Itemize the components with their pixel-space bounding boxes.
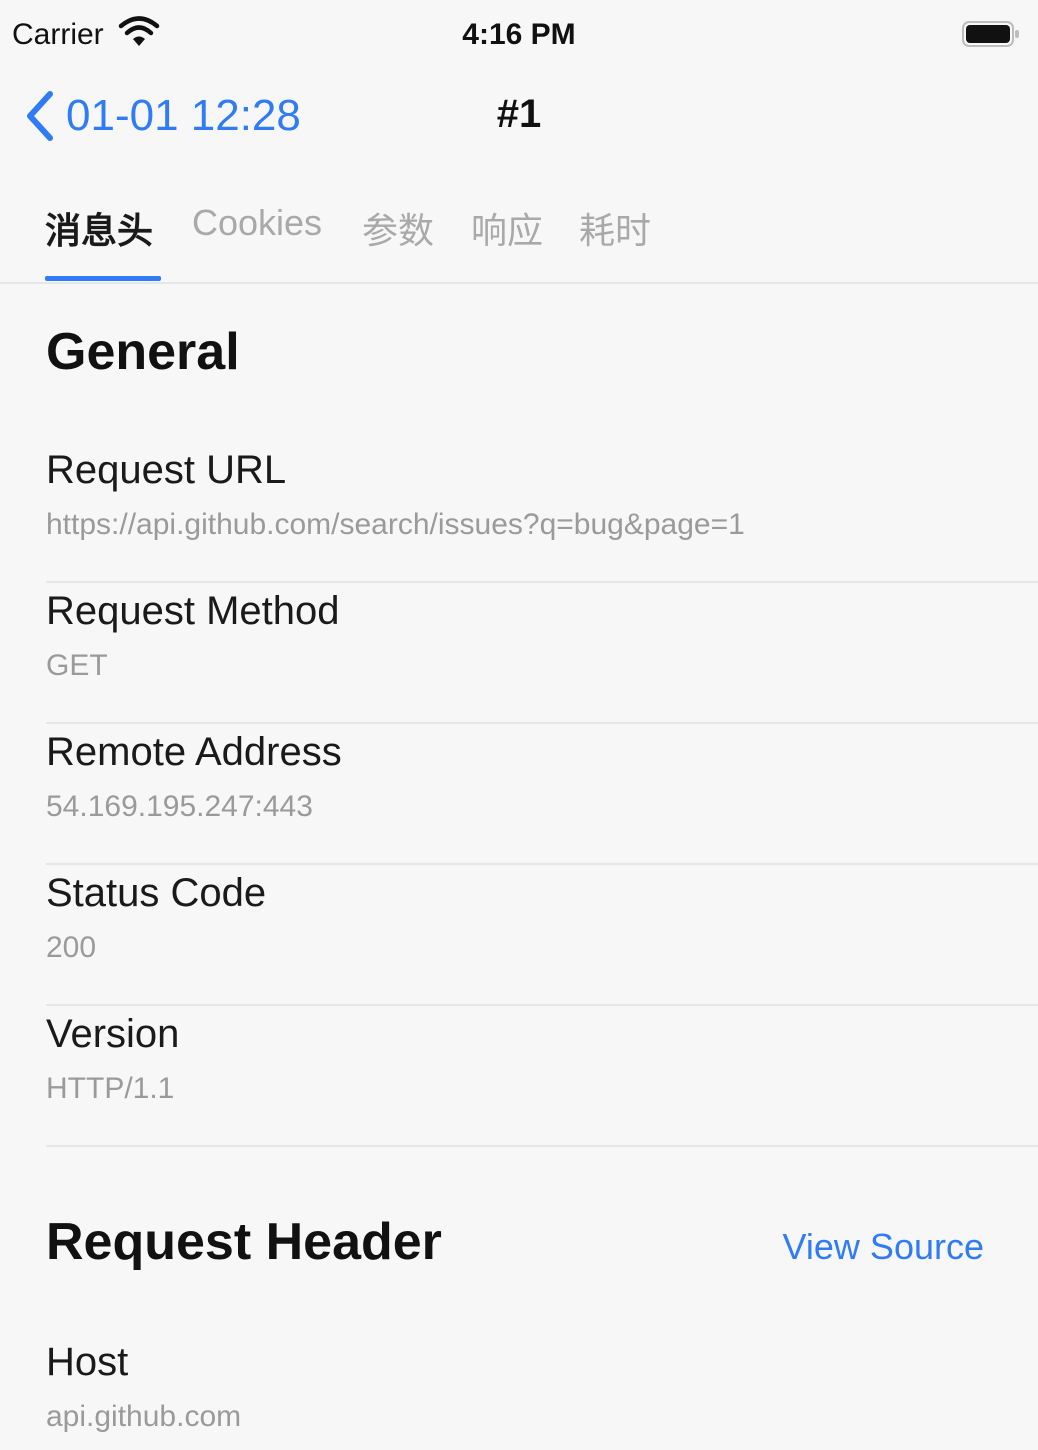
list-item: Request URL https://api.github.com/searc… <box>46 442 1038 583</box>
row-value: 54.169.195.247:443 <box>46 790 313 823</box>
tab-cookies[interactable]: Cookies <box>192 202 322 244</box>
list-item: Request Method GET <box>46 583 1038 724</box>
row-label: Host <box>46 1340 129 1384</box>
tab-headers[interactable]: 消息头 <box>45 202 153 254</box>
row-label: Request Method <box>46 589 340 633</box>
tab-timing[interactable]: 耗时 <box>579 202 651 254</box>
tab-bar: 消息头 Cookies 参数 响应 耗时 <box>0 180 1038 284</box>
row-label: Version <box>46 1012 180 1056</box>
page-title: #1 <box>496 92 542 136</box>
status-time: 4:16 PM <box>462 18 576 51</box>
section-title-request-header: Request Header <box>46 1213 442 1271</box>
navigation-bar: 01-01 12:28 #1 <box>0 70 1038 170</box>
row-label: Request URL <box>46 448 287 492</box>
active-tab-indicator <box>45 276 161 281</box>
list-item: Remote Address 54.169.195.247:443 <box>46 724 1038 865</box>
row-label: Status Code <box>46 871 267 915</box>
tab-response[interactable]: 响应 <box>471 202 543 254</box>
row-value: https://api.github.com/search/issues?q=b… <box>46 508 745 541</box>
row-label: Remote Address <box>46 730 342 774</box>
battery-icon <box>962 21 1019 47</box>
row-value: HTTP/1.1 <box>46 1072 175 1105</box>
list-item: Version HTTP/1.1 <box>46 1006 1038 1147</box>
divider <box>46 1145 1038 1147</box>
status-bar: Carrier 4:16 PM <box>0 0 1038 70</box>
list-item: Host api.github.com <box>46 1334 1038 1450</box>
row-value: GET <box>46 649 108 682</box>
tab-params[interactable]: 参数 <box>362 202 434 254</box>
row-value: 200 <box>46 931 97 964</box>
view-source-button[interactable]: View Source <box>783 1226 984 1268</box>
row-value: api.github.com <box>46 1400 242 1433</box>
list-item: Status Code 200 <box>46 865 1038 1006</box>
section-title-general: General <box>46 323 240 381</box>
